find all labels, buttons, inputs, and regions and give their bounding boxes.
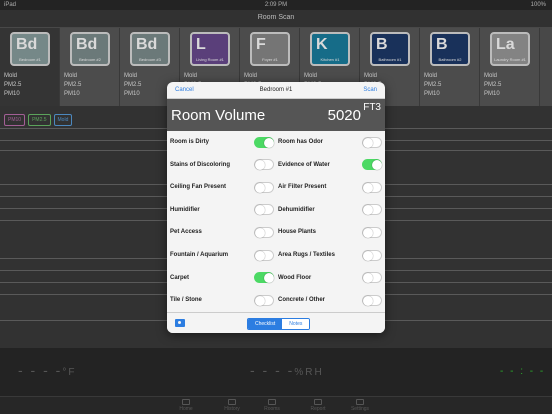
checklist-toggle[interactable] [362,136,382,148]
modal-title: Bedroom #1 [259,87,293,93]
checklist-row: Room is Dirty [170,131,274,153]
checklist-label: Stains of Discoloring [170,161,231,168]
checklist-toggle[interactable] [362,294,382,306]
checklist-label: Fountain / Aquarium [170,252,229,258]
checklist-label: Ceiling Fan Present [170,184,227,191]
checklist-row: Air Filter Present [278,176,382,198]
checklist-toggle[interactable] [254,136,274,148]
checklist-label: Tile / Stone [170,297,202,304]
checklist-label: Wood Floor [278,274,312,281]
checklist-label: Evidence of Water [278,161,330,168]
checklist-toggle[interactable] [362,181,382,193]
camera-icon[interactable] [175,319,185,327]
segment-checklist[interactable]: Checklist [248,319,283,329]
checklist-label: Humidifier [170,206,200,213]
scan-button[interactable]: Scan [363,87,377,93]
checklist-label: Room has Odor [278,139,324,145]
checklist-row: Tile / Stone [170,289,274,311]
checklist-row: Fountain / Aquarium [170,244,274,266]
checklist-label: Room is Dirty [170,139,210,145]
room-volume-unit: FT3 [363,102,381,113]
checklist-label: Air Filter Present [278,184,327,191]
checklist-label: Pet Access [170,229,202,236]
checklist-label: Dehumidifier [278,206,315,213]
checklist-label: Area Rugs / Textiles [278,252,335,258]
checklist-toggle[interactable] [362,159,382,171]
checklist: Room is Dirty Room has Odor Stains of Disc… [167,131,385,312]
checklist-row: Ceiling Fan Present [170,176,274,198]
checklist-toggle[interactable] [254,226,274,238]
checklist-row: Pet Access [170,221,274,243]
checklist-label: Carpet [170,274,190,281]
checklist-toggle[interactable] [362,272,382,284]
view-segmented-control: Checklist Notes [247,318,311,330]
checklist-toggle[interactable] [254,272,274,284]
checklist-row: Carpet [170,267,274,289]
checklist-label: House Plants [278,229,317,236]
checklist-row: Evidence of Water [278,154,382,176]
checklist-row: Concrete / Other [278,289,382,311]
checklist-row: Humidifier [170,199,274,221]
room-volume-field[interactable]: Room Volume 5020 FT3 [167,99,385,131]
checklist-toggle[interactable] [254,181,274,193]
room-volume-label: Room Volume [171,107,266,124]
checklist-toggle[interactable] [254,159,274,171]
checklist-toggle[interactable] [254,204,274,216]
modal-footer: Checklist Notes [167,312,385,333]
room-detail-modal: Cancel Bedroom #1 Scan Room Volume 5020 … [167,82,385,333]
checklist-toggle[interactable] [362,249,382,261]
checklist-row: House Plants [278,221,382,243]
checklist-toggle[interactable] [362,226,382,238]
checklist-label: Concrete / Other [278,297,326,304]
checklist-row: Dehumidifier [278,199,382,221]
segment-notes[interactable]: Notes [282,319,310,329]
checklist-toggle[interactable] [362,204,382,216]
checklist-row: Room has Odor [278,131,382,153]
room-volume-value[interactable]: 5020 [328,107,361,124]
checklist-toggle[interactable] [254,249,274,261]
checklist-row: Wood Floor [278,267,382,289]
modal-header: Cancel Bedroom #1 Scan [167,82,385,99]
checklist-toggle[interactable] [254,294,274,306]
checklist-row: Stains of Discoloring [170,154,274,176]
checklist-row: Area Rugs / Textiles [278,244,382,266]
